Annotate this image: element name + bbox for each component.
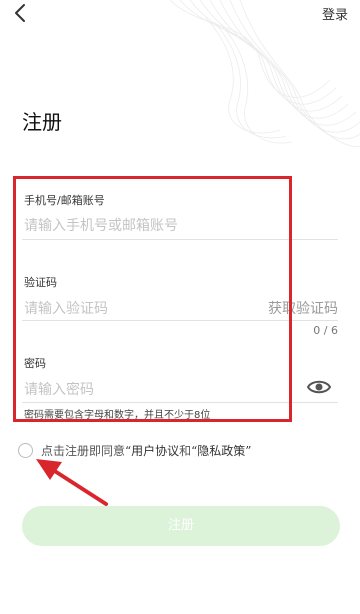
password-label: 密码 <box>24 357 46 370</box>
agreement-connector: 和 <box>179 444 192 458</box>
account-input[interactable]: 请输入手机号或邮箱账号 <box>24 215 178 235</box>
get-code-button[interactable]: 获取验证码 <box>268 298 338 318</box>
top-bar: 登录 <box>0 0 360 28</box>
eye-icon[interactable] <box>307 378 331 396</box>
agreement-radio[interactable] <box>18 443 33 458</box>
chevron-left-icon[interactable] <box>10 2 32 24</box>
password-underline <box>22 402 338 403</box>
agreement-text: 点击注册即同意“用户协议和“隐私政策” <box>41 442 251 459</box>
user-agreement-link[interactable]: “用户协议 <box>125 444 179 458</box>
code-label: 验证码 <box>24 276 57 289</box>
login-link[interactable]: 登录 <box>322 4 348 23</box>
password-input[interactable]: 请输入密码 <box>24 379 94 399</box>
register-button[interactable]: 注册 <box>22 506 340 546</box>
privacy-policy-link[interactable]: “隐私政策” <box>191 444 251 458</box>
page-title: 注册 <box>22 110 62 134</box>
password-hint: 密码需要包含字母和数字，并且不少于8位 <box>24 410 211 421</box>
code-input[interactable]: 请输入验证码 <box>24 298 108 318</box>
account-underline <box>22 239 338 240</box>
code-underline <box>22 320 338 321</box>
code-length-counter: 0 / 6 <box>313 324 338 337</box>
agreement-prefix: 点击注册即同意 <box>41 444 126 458</box>
account-label: 手机号/邮箱账号 <box>24 194 105 207</box>
